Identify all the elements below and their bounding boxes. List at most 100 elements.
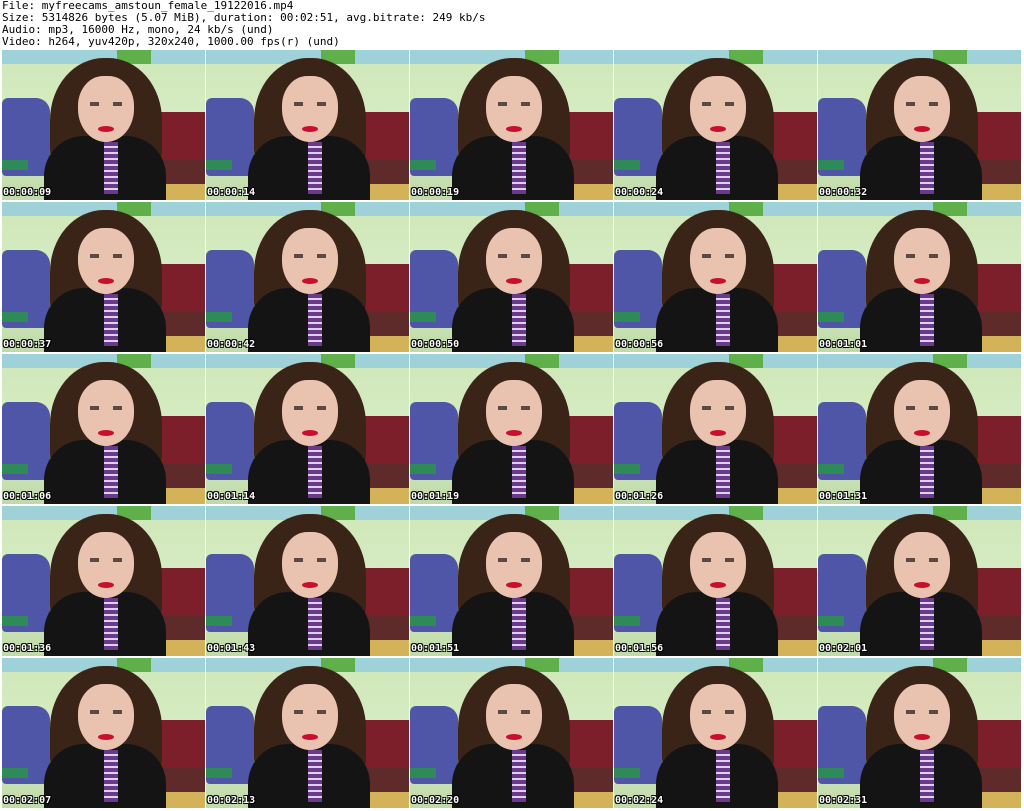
green-object: [2, 768, 28, 778]
necklace: [308, 446, 322, 498]
frame-timestamp: 00:02:13: [207, 795, 256, 806]
necklace: [308, 294, 322, 346]
frame-timestamp: 00:00:09: [3, 187, 52, 198]
green-object: [614, 616, 640, 626]
frame-timestamp: 00:01:14: [207, 491, 256, 502]
frame-timestamp: 00:01:19: [411, 491, 460, 502]
frame-timestamp: 00:00:42: [207, 339, 256, 350]
person-face: [690, 532, 746, 598]
person-lips: [302, 734, 318, 740]
video-frame-thumbnail: 00:02:13: [206, 658, 409, 808]
green-object: [206, 616, 232, 626]
video-frame-thumbnail: 00:00:50: [410, 202, 613, 352]
video-frame-thumbnail: 00:01:56: [614, 506, 817, 656]
green-object: [206, 312, 232, 322]
necklace: [104, 750, 118, 802]
frame-timestamp: 00:00:50: [411, 339, 460, 350]
video-frame-thumbnail: 00:01:06: [2, 354, 205, 504]
person-face: [690, 76, 746, 142]
green-object: [410, 160, 436, 170]
frame-timestamp: 00:00:19: [411, 187, 460, 198]
person-lips: [914, 582, 930, 588]
necklace: [716, 142, 730, 194]
person-lips: [302, 582, 318, 588]
video-frame-thumbnail: 00:01:01: [818, 202, 1021, 352]
person-lips: [302, 430, 318, 436]
person-face: [282, 532, 338, 598]
green-object: [2, 464, 28, 474]
necklace: [920, 142, 934, 194]
necklace: [716, 446, 730, 498]
green-object: [206, 160, 232, 170]
green-object: [410, 616, 436, 626]
person-face: [282, 684, 338, 750]
video-frame-thumbnail: 00:01:14: [206, 354, 409, 504]
person-lips: [98, 582, 114, 588]
person-lips: [914, 430, 930, 436]
video-frame-thumbnail: 00:01:19: [410, 354, 613, 504]
necklace: [308, 750, 322, 802]
person-face: [894, 228, 950, 294]
necklace: [512, 294, 526, 346]
necklace: [308, 598, 322, 650]
person-lips: [506, 126, 522, 132]
necklace: [104, 142, 118, 194]
necklace: [104, 294, 118, 346]
frame-timestamp: 00:01:31: [819, 491, 868, 502]
frame-timestamp: 00:01:06: [3, 491, 52, 502]
frame-timestamp: 00:00:32: [819, 187, 868, 198]
video-frame-thumbnail: 00:02:20: [410, 658, 613, 808]
necklace: [716, 598, 730, 650]
frame-timestamp: 00:00:14: [207, 187, 256, 198]
person-lips: [710, 734, 726, 740]
person-lips: [710, 126, 726, 132]
necklace: [308, 142, 322, 194]
video-frame-thumbnail: 00:00:42: [206, 202, 409, 352]
file-info-header: File: myfreecams_amstoun_female_19122016…: [2, 0, 1022, 50]
necklace: [512, 142, 526, 194]
person-face: [690, 380, 746, 446]
green-object: [2, 312, 28, 322]
person-face: [894, 76, 950, 142]
frame-timestamp: 00:02:24: [615, 795, 664, 806]
green-object: [410, 312, 436, 322]
person-lips: [98, 278, 114, 284]
video-frame-thumbnail: 00:01:31: [818, 354, 1021, 504]
green-object: [614, 768, 640, 778]
person-lips: [98, 734, 114, 740]
green-object: [818, 616, 844, 626]
video-frame-thumbnail: 00:02:31: [818, 658, 1021, 808]
person-face: [78, 684, 134, 750]
frame-timestamp: 00:00:56: [615, 339, 664, 350]
necklace: [716, 750, 730, 802]
person-face: [486, 228, 542, 294]
person-face: [78, 380, 134, 446]
person-face: [690, 228, 746, 294]
green-object: [818, 160, 844, 170]
green-object: [614, 464, 640, 474]
person-lips: [914, 126, 930, 132]
audio-info-line: Audio: mp3, 16000 Hz, mono, 24 kb/s (und…: [2, 24, 274, 36]
video-frame-thumbnail: 00:00:32: [818, 50, 1021, 200]
file-size-line: Size: 5314826 bytes (5.07 MiB), duration…: [2, 12, 486, 24]
green-object: [206, 464, 232, 474]
necklace: [920, 598, 934, 650]
video-frame-thumbnail: 00:01:43: [206, 506, 409, 656]
file-name-line: File: myfreecams_amstoun_female_19122016…: [2, 0, 294, 12]
green-object: [2, 160, 28, 170]
person-lips: [710, 582, 726, 588]
person-face: [78, 76, 134, 142]
video-frame-thumbnail: 00:02:01: [818, 506, 1021, 656]
video-frame-thumbnail: 00:02:07: [2, 658, 205, 808]
necklace: [104, 598, 118, 650]
person-lips: [710, 278, 726, 284]
frame-timestamp: 00:00:37: [3, 339, 52, 350]
green-object: [2, 616, 28, 626]
person-lips: [506, 734, 522, 740]
necklace: [920, 446, 934, 498]
frame-timestamp: 00:01:36: [3, 643, 52, 654]
person-lips: [506, 582, 522, 588]
person-lips: [98, 126, 114, 132]
person-face: [894, 380, 950, 446]
video-frame-thumbnail: 00:00:19: [410, 50, 613, 200]
